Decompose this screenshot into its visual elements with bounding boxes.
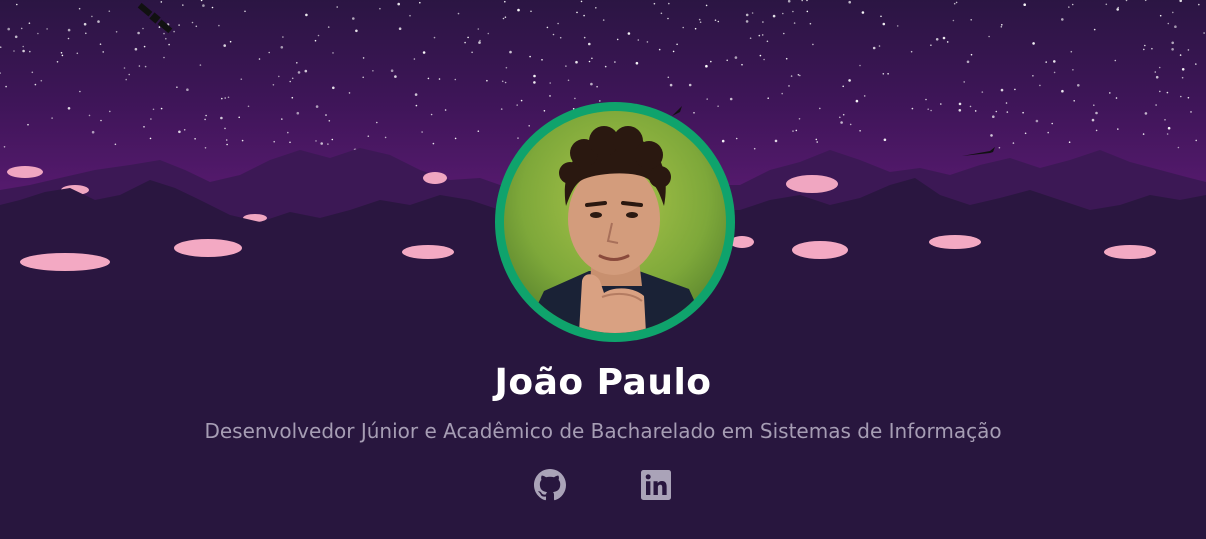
profile-subtitle: Desenvolvedor Júnior e Acadêmico de Bach… bbox=[204, 419, 1002, 443]
avatar bbox=[504, 111, 726, 333]
linkedin-icon bbox=[641, 470, 671, 500]
github-icon bbox=[534, 469, 566, 501]
avatar-ring bbox=[495, 102, 735, 342]
profile-page: João Paulo Desenvolvedor Júnior e Acadêm… bbox=[0, 0, 1206, 539]
github-link[interactable] bbox=[533, 468, 567, 502]
linkedin-link[interactable] bbox=[639, 468, 673, 502]
social-links bbox=[0, 468, 1206, 504]
profile-name: João Paulo bbox=[494, 362, 712, 403]
